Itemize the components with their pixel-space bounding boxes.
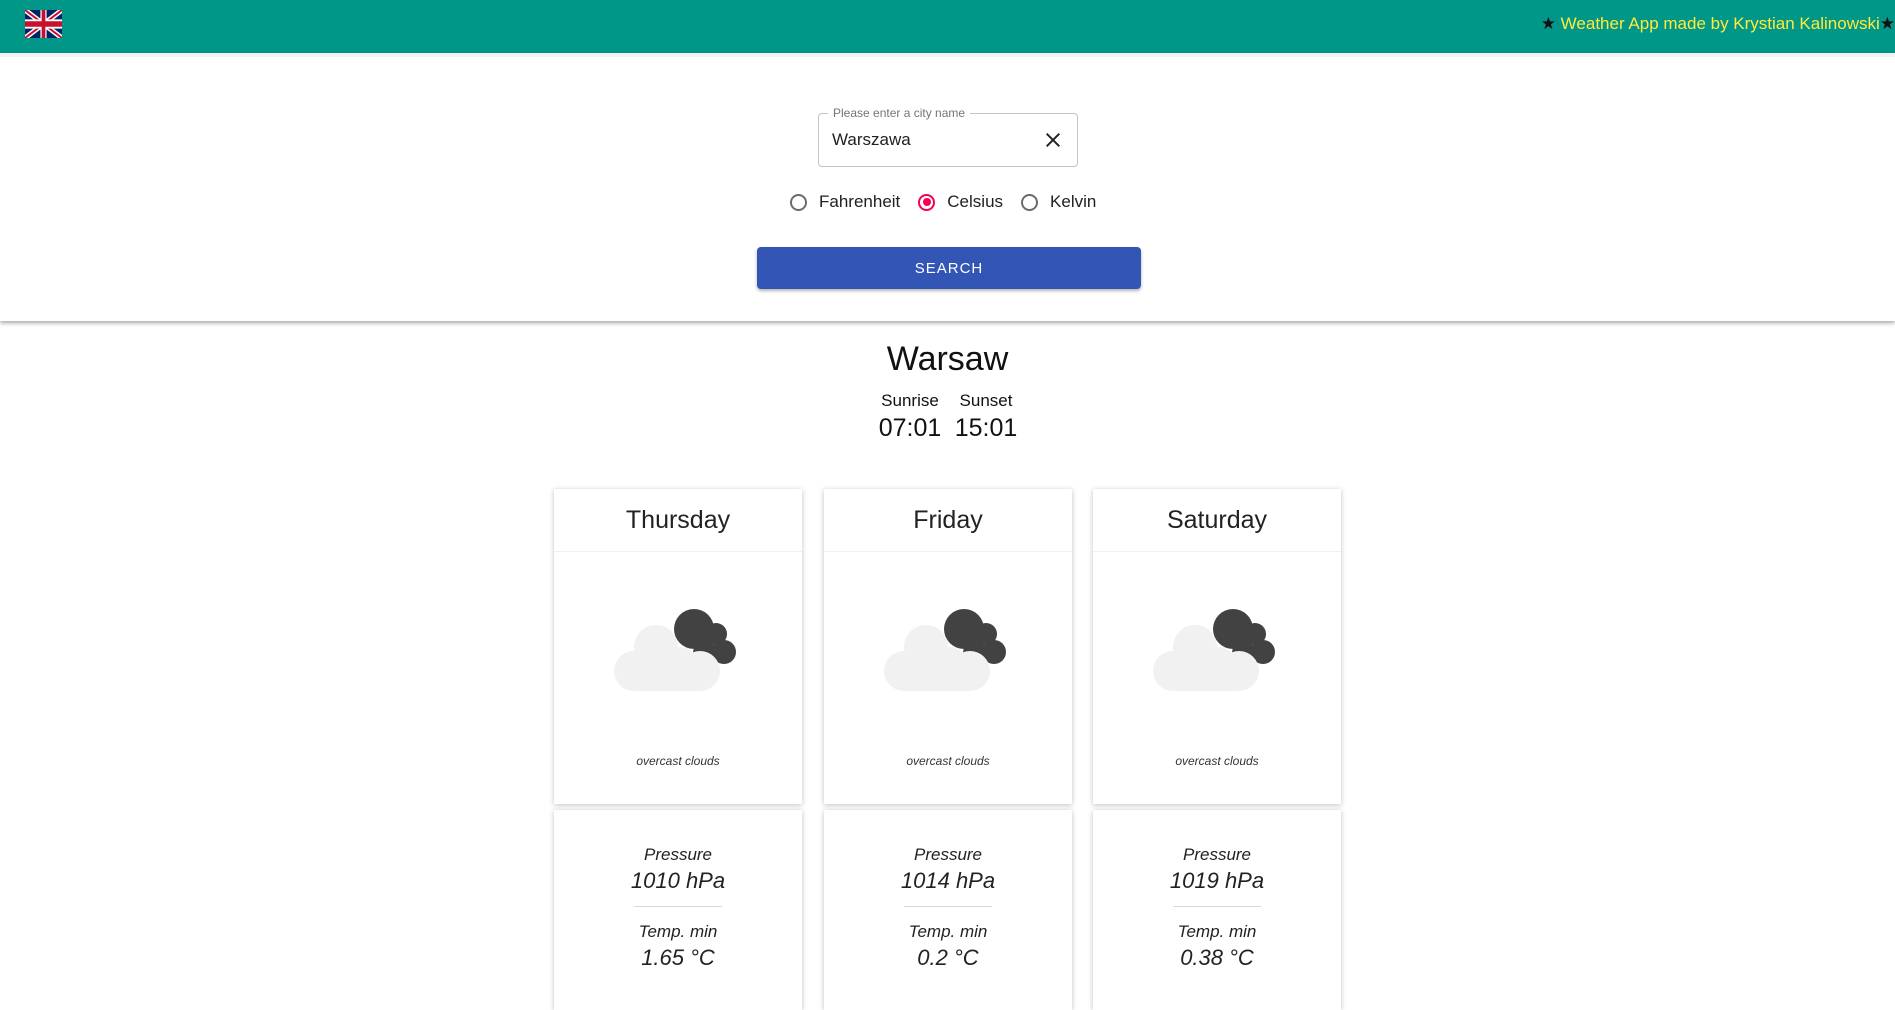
day-card-details: Pressure 1019 hPa Temp. min 0.38 °C bbox=[1093, 810, 1341, 1010]
radio-button-unchecked[interactable] bbox=[1021, 193, 1039, 211]
radio-fahrenheit[interactable]: Fahrenheit bbox=[788, 192, 900, 212]
divider bbox=[904, 906, 992, 907]
pressure-value: 1014 hPa bbox=[900, 868, 996, 893]
pressure-value: 1019 hPa bbox=[1169, 868, 1265, 893]
city-field: Please enter a city name bbox=[818, 105, 1078, 167]
sunset-time: 15:01 bbox=[954, 414, 1018, 442]
temp-min-label: Temp. min bbox=[908, 922, 988, 941]
day-name: Thursday bbox=[554, 489, 802, 552]
weather-description: overcast clouds bbox=[906, 754, 990, 768]
radio-label: Kelvin bbox=[1050, 192, 1097, 211]
day-card: Saturday overcast clouds Pressure 1019 h… bbox=[1093, 489, 1341, 1010]
day-name: Saturday bbox=[1093, 489, 1341, 552]
day-card-summary: Thursday overcast clouds bbox=[554, 489, 802, 804]
day-card: Friday overcast clouds Pressure 1014 hPa… bbox=[824, 489, 1072, 1010]
temp-min-value: 1.65 °C bbox=[641, 945, 715, 970]
temp-min-value: 0.2 °C bbox=[917, 945, 979, 970]
unit-radio-group: Fahrenheit Celsius Kelvin bbox=[788, 189, 1112, 215]
city-field-label: Please enter a city name bbox=[828, 105, 971, 121]
day-name: Friday bbox=[824, 489, 1072, 552]
temp-min-label: Temp. min bbox=[638, 922, 718, 941]
search-panel: Please enter a city name Fahrenheit Cels… bbox=[0, 53, 1895, 321]
radio-button-checked[interactable] bbox=[918, 193, 936, 211]
day-card-summary: Friday overcast clouds bbox=[824, 489, 1072, 804]
pressure-value: 1010 hPa bbox=[630, 868, 726, 893]
radio-button-unchecked[interactable] bbox=[790, 193, 807, 211]
day-card-details: Pressure 1010 hPa Temp. min 1.65 °C bbox=[554, 810, 802, 1010]
sunset-label: Sunset bbox=[959, 391, 1013, 410]
sunset-block: Sunset 15:01 bbox=[946, 390, 1026, 444]
app-header: ★ Weather App made by Krystian Kalinowsk… bbox=[0, 0, 1895, 53]
city-name: Warsaw bbox=[886, 340, 1009, 378]
temp-min-value: 0.38 °C bbox=[1180, 945, 1254, 970]
pressure-label: Pressure bbox=[913, 845, 983, 864]
divider bbox=[1173, 906, 1261, 907]
overcast-clouds-icon bbox=[614, 609, 736, 691]
overcast-clouds-icon bbox=[884, 609, 1006, 691]
uk-flag-icon[interactable] bbox=[25, 10, 62, 38]
radio-label: Fahrenheit bbox=[819, 192, 901, 211]
search-button[interactable]: SEARCH bbox=[757, 247, 1141, 289]
sunrise-label: Sunrise bbox=[881, 391, 939, 410]
day-card-summary: Saturday overcast clouds bbox=[1093, 489, 1341, 804]
sunrise-block: Sunrise 07:01 bbox=[870, 390, 950, 444]
radio-label: Celsius bbox=[947, 192, 1004, 211]
overcast-clouds-icon bbox=[1153, 609, 1275, 691]
weather-description: overcast clouds bbox=[1175, 754, 1259, 768]
close-icon[interactable] bbox=[1041, 128, 1065, 152]
divider bbox=[634, 906, 722, 907]
credit-text: Weather App made by Krystian Kalinowski bbox=[1555, 14, 1880, 33]
star-icon: ★ bbox=[1540, 14, 1556, 33]
temp-min-label: Temp. min bbox=[1177, 922, 1257, 941]
pressure-label: Pressure bbox=[1182, 845, 1252, 864]
app-credit: ★ Weather App made by Krystian Kalinowsk… bbox=[1541, 13, 1895, 35]
star-icon: ★ bbox=[1879, 14, 1895, 33]
day-card: Thursday overcast clouds Pressure 1010 h… bbox=[554, 489, 802, 1010]
weather-description: overcast clouds bbox=[636, 754, 720, 768]
sunrise-time: 07:01 bbox=[878, 414, 942, 442]
pressure-label: Pressure bbox=[643, 845, 713, 864]
radio-celsius[interactable]: Celsius bbox=[916, 192, 1003, 212]
radio-kelvin[interactable]: Kelvin bbox=[1019, 192, 1096, 212]
day-card-details: Pressure 1014 hPa Temp. min 0.2 °C bbox=[824, 810, 1072, 1010]
city-input[interactable] bbox=[832, 130, 1032, 150]
